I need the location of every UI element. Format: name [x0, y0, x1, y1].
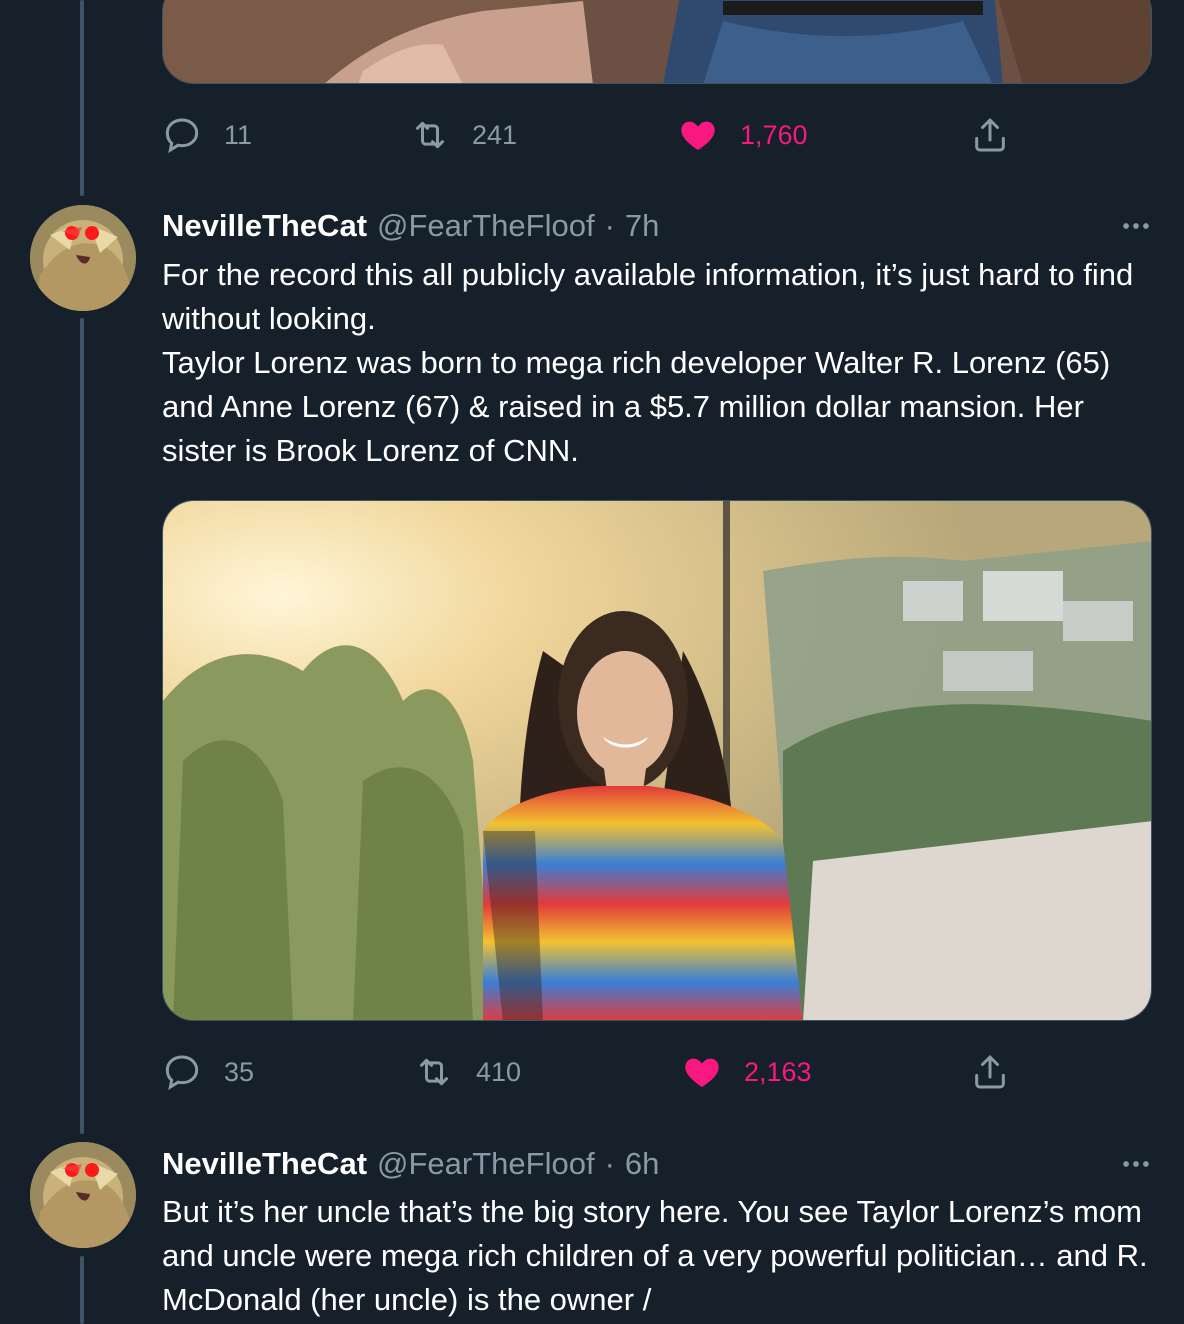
- retweet-count: 410: [476, 1056, 522, 1087]
- like-count: 1,760: [740, 119, 808, 150]
- reply-count: 11: [224, 119, 253, 150]
- author-name[interactable]: NevilleTheCat: [162, 208, 367, 244]
- reply-icon: [165, 118, 199, 154]
- more-button[interactable]: [1118, 208, 1154, 244]
- tweet-text: But it’s her uncle that’s the big story …: [162, 1194, 1148, 1317]
- retweet-count: 241: [472, 119, 518, 150]
- separator: ·: [604, 1146, 615, 1181]
- heart-icon: [681, 121, 715, 150]
- tweet-time[interactable]: 6h: [625, 1146, 659, 1182]
- separator: ·: [604, 208, 615, 243]
- tweet-header-3: NevilleTheCat @FearTheFloof · 6h: [162, 1146, 659, 1182]
- author-handle[interactable]: @FearTheFloof: [377, 208, 595, 244]
- author-handle[interactable]: @FearTheFloof: [377, 1146, 595, 1182]
- share-button[interactable]: [970, 1047, 1010, 1097]
- tweet-photo[interactable]: [162, 500, 1152, 1021]
- retweet-button[interactable]: 241: [410, 110, 517, 160]
- author-name[interactable]: NevilleTheCat: [162, 1146, 367, 1182]
- more-icon: [1123, 1161, 1149, 1167]
- avatar[interactable]: [30, 1142, 136, 1248]
- tweet-photo-top[interactable]: [162, 0, 1152, 84]
- thread-line-top: [80, 0, 84, 196]
- tweet-actions-1: 11 241 1,760: [162, 110, 1152, 160]
- thread-line-bottom: [80, 1256, 84, 1324]
- reply-count: 35: [224, 1056, 255, 1087]
- avatar-image: [30, 1142, 136, 1248]
- photo-content: [163, 501, 1151, 1020]
- avatar-image: [30, 205, 136, 311]
- tweet-actions-2: 35 410 2,163: [162, 1047, 1152, 1097]
- retweet-button[interactable]: 410: [414, 1047, 521, 1097]
- heart-icon: [685, 1058, 719, 1087]
- thread-line-middle: [80, 318, 84, 1134]
- tweet-text: For the record this all publicly availab…: [162, 257, 1134, 468]
- more-icon: [1123, 223, 1149, 229]
- share-button[interactable]: [970, 110, 1010, 160]
- photo-content: [163, 0, 1151, 83]
- reply-button[interactable]: 35: [162, 1047, 254, 1097]
- like-button[interactable]: 2,163: [682, 1047, 812, 1097]
- more-button[interactable]: [1118, 1146, 1154, 1182]
- like-button[interactable]: 1,760: [678, 110, 808, 160]
- share-icon: [975, 1055, 1005, 1089]
- tweet-header-2: NevilleTheCat @FearTheFloof · 7h: [162, 208, 659, 244]
- retweet-icon: [416, 121, 444, 149]
- reply-button[interactable]: 11: [162, 110, 252, 160]
- reply-icon: [165, 1055, 199, 1091]
- avatar[interactable]: [30, 205, 136, 311]
- tweet-time[interactable]: 7h: [625, 208, 659, 244]
- retweet-icon: [420, 1058, 448, 1086]
- share-icon: [975, 118, 1005, 152]
- like-count: 2,163: [744, 1056, 812, 1087]
